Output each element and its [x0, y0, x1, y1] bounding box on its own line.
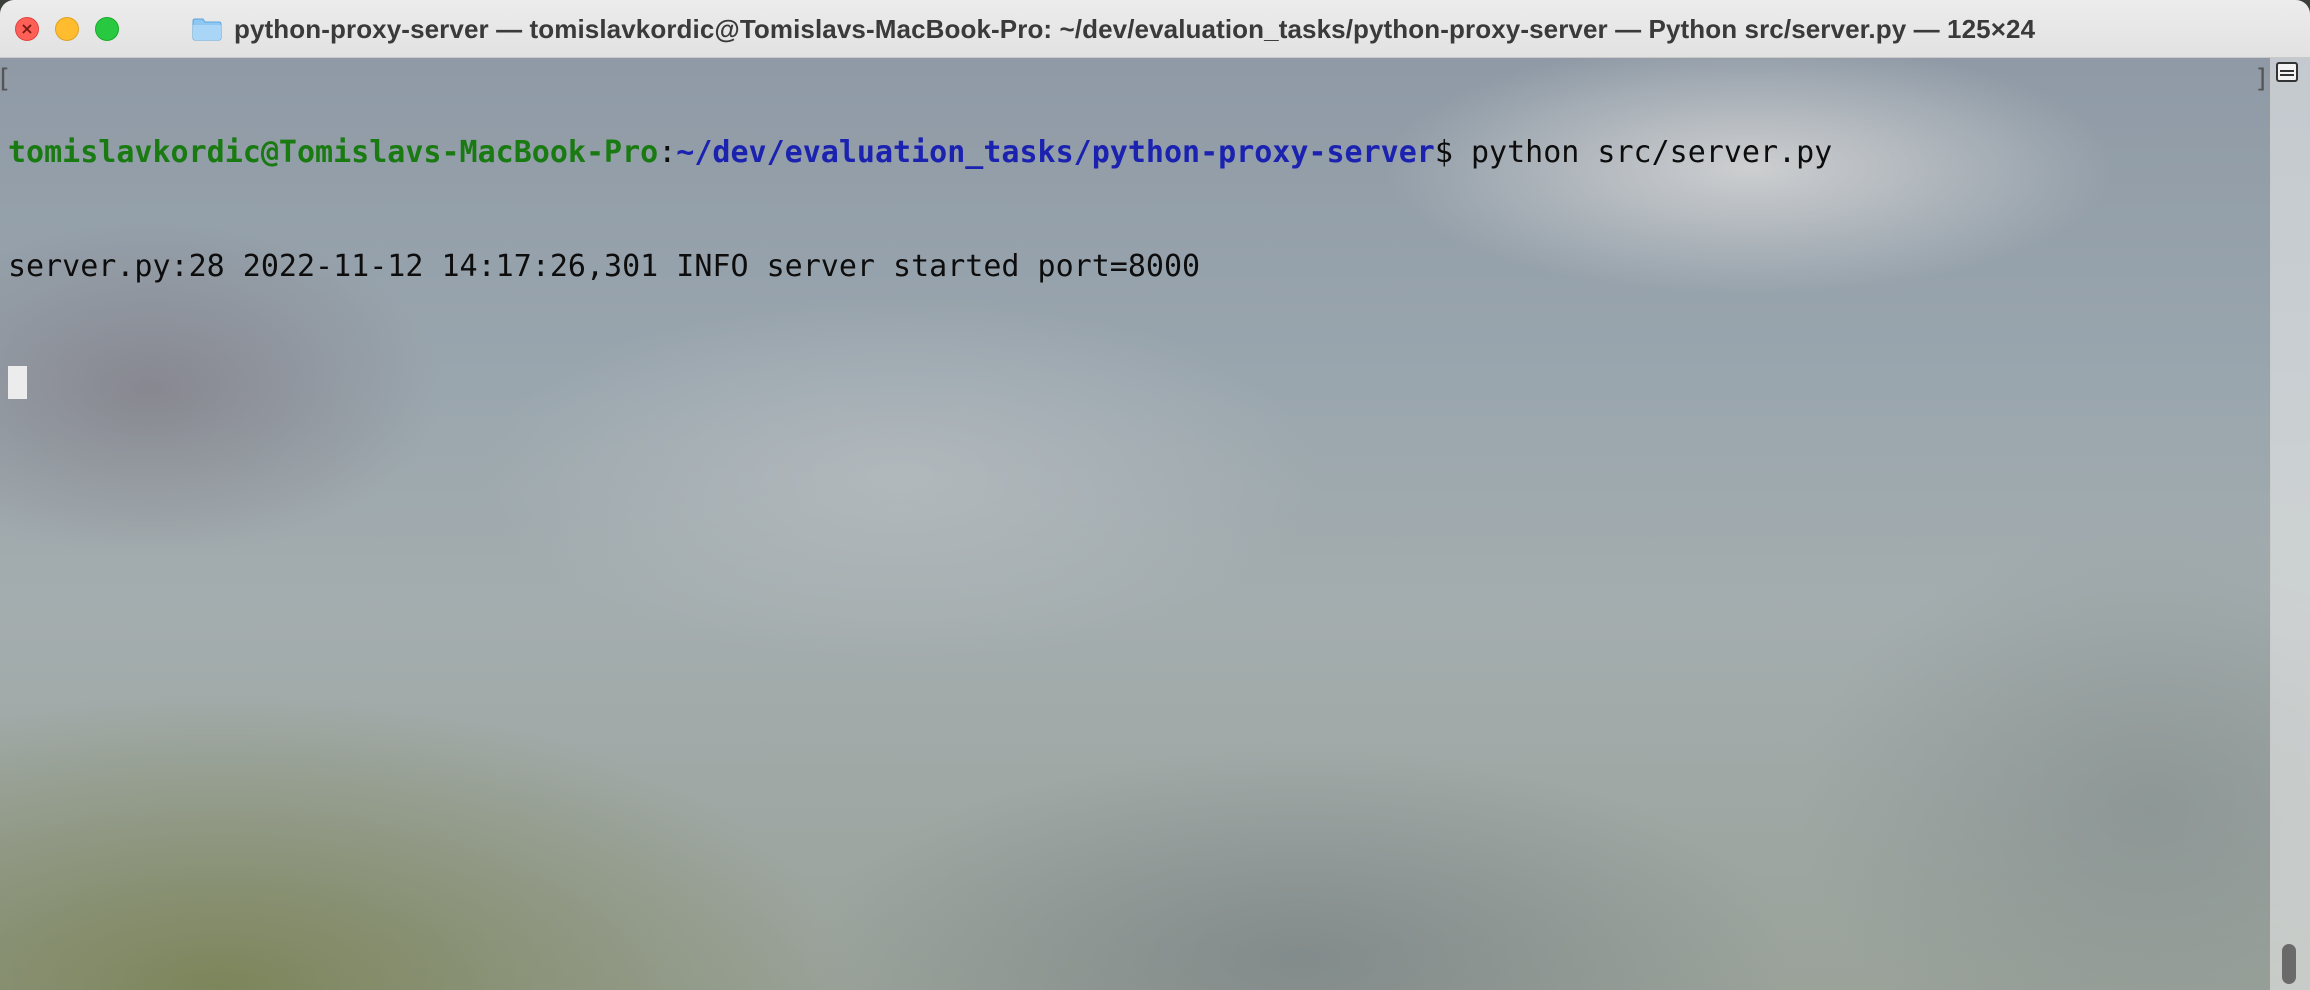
window-title: python-proxy-server — tomislavkordic@Tom…: [234, 13, 2036, 44]
title-bar[interactable]: × python-proxy-server — tomislavkordic@T…: [0, 0, 2310, 58]
mark-bracket-right: ]: [2254, 64, 2270, 94]
prompt-separator: :: [658, 135, 677, 170]
prompt-line: tomislavkordic@Tomislavs-MacBook-Pro:~/d…: [8, 134, 1832, 172]
scrollbar-track[interactable]: [2270, 58, 2310, 990]
scrollbar-thumb[interactable]: [2282, 944, 2296, 984]
terminal-text[interactable]: tomislavkordic@Tomislavs-MacBook-Pro:~/d…: [8, 58, 1832, 476]
folder-icon: [192, 17, 222, 41]
split-pane-icon[interactable]: [2276, 62, 2298, 82]
prompt-path: ~/dev/evaluation_tasks/python-proxy-serv…: [676, 135, 1435, 170]
prompt-user-host: tomislavkordic@Tomislavs-MacBook-Pro: [8, 135, 659, 170]
zoom-button[interactable]: [95, 17, 119, 41]
prompt-command: python src/server.py: [1452, 135, 1833, 170]
text-cursor: [8, 366, 27, 399]
minimize-button[interactable]: [55, 17, 79, 41]
window-title-group: python-proxy-server — tomislavkordic@Tom…: [192, 0, 2035, 58]
output-line: server.py:28 2022-11-12 14:17:26,301 INF…: [8, 249, 1201, 284]
close-icon: ×: [20, 19, 34, 38]
terminal-area[interactable]: [ ] tomislavkordic@Tomislavs-MacBook-Pro…: [0, 58, 2310, 990]
close-button[interactable]: ×: [15, 17, 39, 41]
cursor-line: [8, 362, 1832, 400]
terminal-window: × python-proxy-server — tomislavkordic@T…: [0, 0, 2310, 990]
prompt-symbol: $: [1434, 135, 1453, 170]
